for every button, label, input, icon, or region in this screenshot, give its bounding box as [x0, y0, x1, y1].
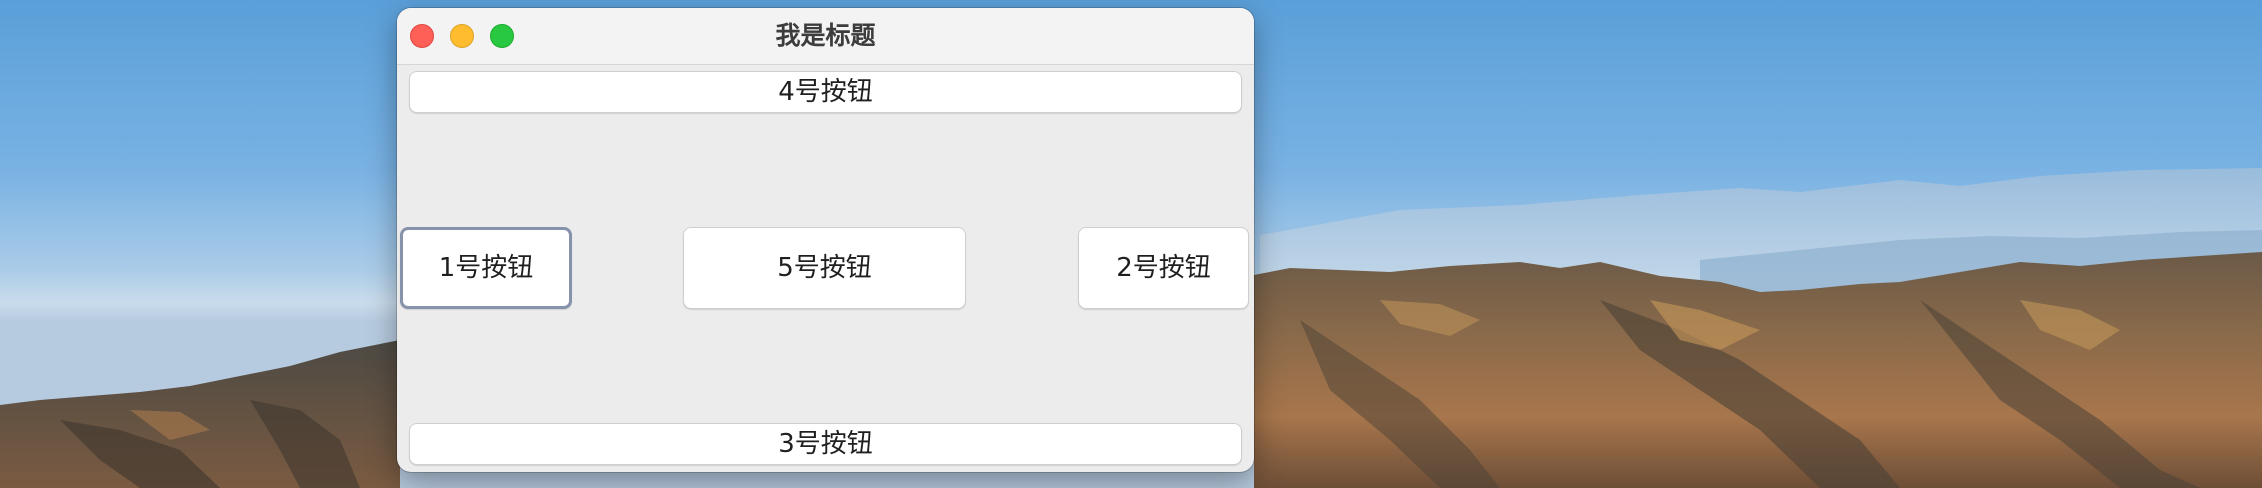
button-center[interactable]: 5号按钮 [683, 227, 966, 309]
window-title: 我是标题 [775, 21, 876, 50]
minimize-icon[interactable] [450, 24, 474, 48]
close-icon[interactable] [410, 24, 434, 48]
button-west[interactable]: 1号按钮 [400, 227, 572, 309]
button-east[interactable]: 2号按钮 [1078, 227, 1249, 309]
button-south[interactable]: 3号按钮 [409, 423, 1242, 465]
button-north[interactable]: 4号按钮 [409, 71, 1242, 113]
app-window: 我是标题 4号按钮 1号按钮 5号按钮 2号按钮 3号按钮 [397, 8, 1254, 472]
maximize-icon[interactable] [490, 24, 514, 48]
title-bar[interactable]: 我是标题 [397, 8, 1254, 65]
